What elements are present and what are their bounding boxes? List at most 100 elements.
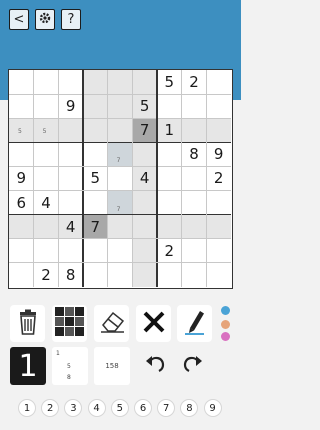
grid-cell-r6-c8[interactable]: [181, 190, 207, 215]
grid-cell-r9-c7[interactable]: [157, 262, 182, 287]
grid-cell-r3-c9[interactable]: [206, 118, 231, 143]
grid-cell-r6-c6[interactable]: [132, 190, 157, 215]
cell-pencil-note: 5: [42, 128, 47, 136]
undo-button[interactable]: [140, 347, 172, 385]
normal-mode-label: 1: [18, 348, 38, 384]
grid-cell-r8-c4[interactable]: [83, 238, 108, 263]
number-button-4[interactable]: 4: [87, 399, 106, 417]
grid-cell-r8-c2[interactable]: [33, 238, 59, 263]
grid-cell-r2-c9[interactable]: [206, 94, 231, 119]
grid-cell-r9-c1[interactable]: [9, 262, 34, 287]
cell-digit: 2: [41, 265, 51, 284]
grid-cell-r2-c4[interactable]: [83, 94, 108, 119]
center-mode-button[interactable]: 158: [94, 347, 130, 385]
grid-cell-r8-c1[interactable]: [9, 238, 34, 263]
grid-cell-r1-c1[interactable]: [9, 70, 34, 95]
highlight-grid-button[interactable]: [52, 305, 87, 342]
cell-digit: 5: [164, 73, 175, 92]
grid-cell-r1-c4[interactable]: [83, 70, 108, 95]
grid-cell-r1-c3[interactable]: [58, 70, 83, 95]
number-button-5[interactable]: 5: [110, 399, 129, 417]
grid-cell-r7-c2[interactable]: [33, 214, 59, 239]
grid-cell-r4-c2[interactable]: [33, 142, 59, 167]
clear-button[interactable]: [136, 305, 171, 342]
cell-digit: 1: [164, 121, 175, 140]
number-button-7[interactable]: 7: [157, 399, 176, 417]
grid-cell-r6-c9[interactable]: [206, 190, 231, 215]
color-swatch-blue[interactable]: [221, 306, 230, 315]
grid-cell-r2-c2[interactable]: [33, 94, 59, 119]
cell-digit: 4: [139, 169, 150, 188]
cell-digit: 9: [65, 97, 76, 116]
corner-mode-button[interactable]: 1 5 8: [52, 347, 88, 385]
number-button-3[interactable]: 3: [64, 399, 83, 417]
number-button-8[interactable]: 8: [180, 399, 199, 417]
number-button-2[interactable]: 2: [41, 399, 60, 417]
grid-cell-r5-c3[interactable]: [58, 166, 83, 191]
grid-cell-r8-c6[interactable]: [132, 238, 157, 263]
grid-cell-r9-c5[interactable]: [107, 262, 133, 287]
grid-cell-r7-c7[interactable]: [157, 214, 182, 239]
grid-cell-r7-c1[interactable]: [9, 214, 34, 239]
grid-cell-r3-c4[interactable]: [83, 118, 108, 143]
grid-cell-r2-c7[interactable]: [157, 94, 182, 119]
grid-cell-r2-c8[interactable]: [181, 94, 207, 119]
pen-button[interactable]: [177, 305, 212, 342]
redo-button[interactable]: [176, 347, 208, 385]
grid-cell-r6-c7[interactable]: [157, 190, 182, 215]
grid-cell-r3-c5[interactable]: [107, 118, 133, 143]
grid-cell-r8-c9[interactable]: [206, 238, 231, 263]
number-button-9[interactable]: 9: [203, 399, 222, 417]
settings-button[interactable]: [35, 9, 55, 30]
sudoku-grid[interactable]: 52957189954264472285577: [8, 69, 233, 289]
grid-cell-r5-c7[interactable]: [157, 166, 182, 191]
grid-cell-r6-c3[interactable]: [58, 190, 83, 215]
cell-digit: 2: [164, 241, 175, 260]
back-button[interactable]: <: [9, 9, 29, 30]
grid-cell-r8-c3[interactable]: [58, 238, 83, 263]
cell-digit: 2: [213, 169, 224, 188]
normal-mode-button[interactable]: 1: [10, 347, 46, 385]
grid-cell-r1-c6[interactable]: [132, 70, 157, 95]
grid-cell-r8-c5[interactable]: [107, 238, 133, 263]
grid-cell-r3-c3[interactable]: [58, 118, 83, 143]
grid-cell-r7-c9[interactable]: [206, 214, 231, 239]
grid-cell-r5-c2[interactable]: [33, 166, 59, 191]
cell-digit: 7: [139, 121, 150, 140]
number-button-1[interactable]: 1: [18, 399, 36, 417]
cell-digit: 9: [213, 145, 224, 164]
grid-cell-r9-c9[interactable]: [206, 262, 231, 287]
grid-cell-r3-c8[interactable]: [181, 118, 207, 143]
grid-cell-r4-c6[interactable]: [132, 142, 157, 167]
grid-cell-r4-c1[interactable]: [9, 142, 34, 167]
grid-cell-r9-c4[interactable]: [83, 262, 108, 287]
cell-digit: 4: [65, 217, 76, 236]
grid-cell-r1-c9[interactable]: [206, 70, 231, 95]
grid-cell-r7-c5[interactable]: [107, 214, 133, 239]
grid-cell-r7-c8[interactable]: [181, 214, 207, 239]
eraser-icon: [98, 310, 126, 338]
grid-cell-r2-c5[interactable]: [107, 94, 133, 119]
grid-cell-r6-c4[interactable]: [83, 190, 108, 215]
grid-cell-r5-c5[interactable]: [107, 166, 133, 191]
color-swatch-orange[interactable]: [221, 320, 230, 329]
grid-cell-r5-c8[interactable]: [181, 166, 207, 191]
delete-button[interactable]: [10, 305, 45, 342]
grid-cell-r2-c1[interactable]: [9, 94, 34, 119]
grid-cell-r4-c3[interactable]: [58, 142, 83, 167]
help-button[interactable]: ?: [61, 9, 81, 30]
grid-cell-r8-c8[interactable]: [181, 238, 207, 263]
grid-line-h7: [9, 238, 231, 240]
grid-cell-r9-c8[interactable]: [181, 262, 207, 287]
grid-cell-r9-c6[interactable]: [132, 262, 157, 287]
grid-cell-r4-c7[interactable]: [157, 142, 182, 167]
color-swatch-pink[interactable]: [221, 332, 230, 341]
eraser-button[interactable]: [94, 305, 129, 342]
grid-cell-r4-c4[interactable]: [83, 142, 108, 167]
grid-cell-r1-c5[interactable]: [107, 70, 133, 95]
cell-digit: 6: [16, 193, 27, 212]
help-icon: ?: [67, 12, 75, 27]
grid-cell-r1-c2[interactable]: [33, 70, 59, 95]
number-button-6[interactable]: 6: [134, 399, 152, 417]
grid-cell-r7-c6[interactable]: [132, 214, 157, 239]
